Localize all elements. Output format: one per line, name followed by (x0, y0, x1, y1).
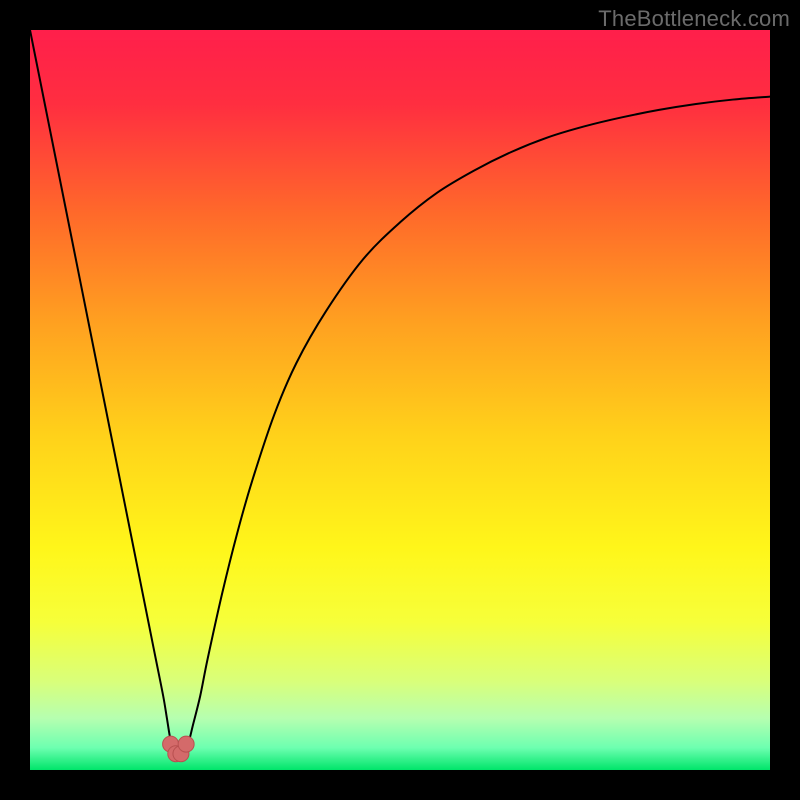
chart-container: TheBottleneck.com (0, 0, 800, 800)
watermark-label: TheBottleneck.com (598, 6, 790, 32)
gradient-background (30, 30, 770, 770)
chart-svg (30, 30, 770, 770)
dip-marker (178, 736, 194, 752)
plot-area (30, 30, 770, 770)
